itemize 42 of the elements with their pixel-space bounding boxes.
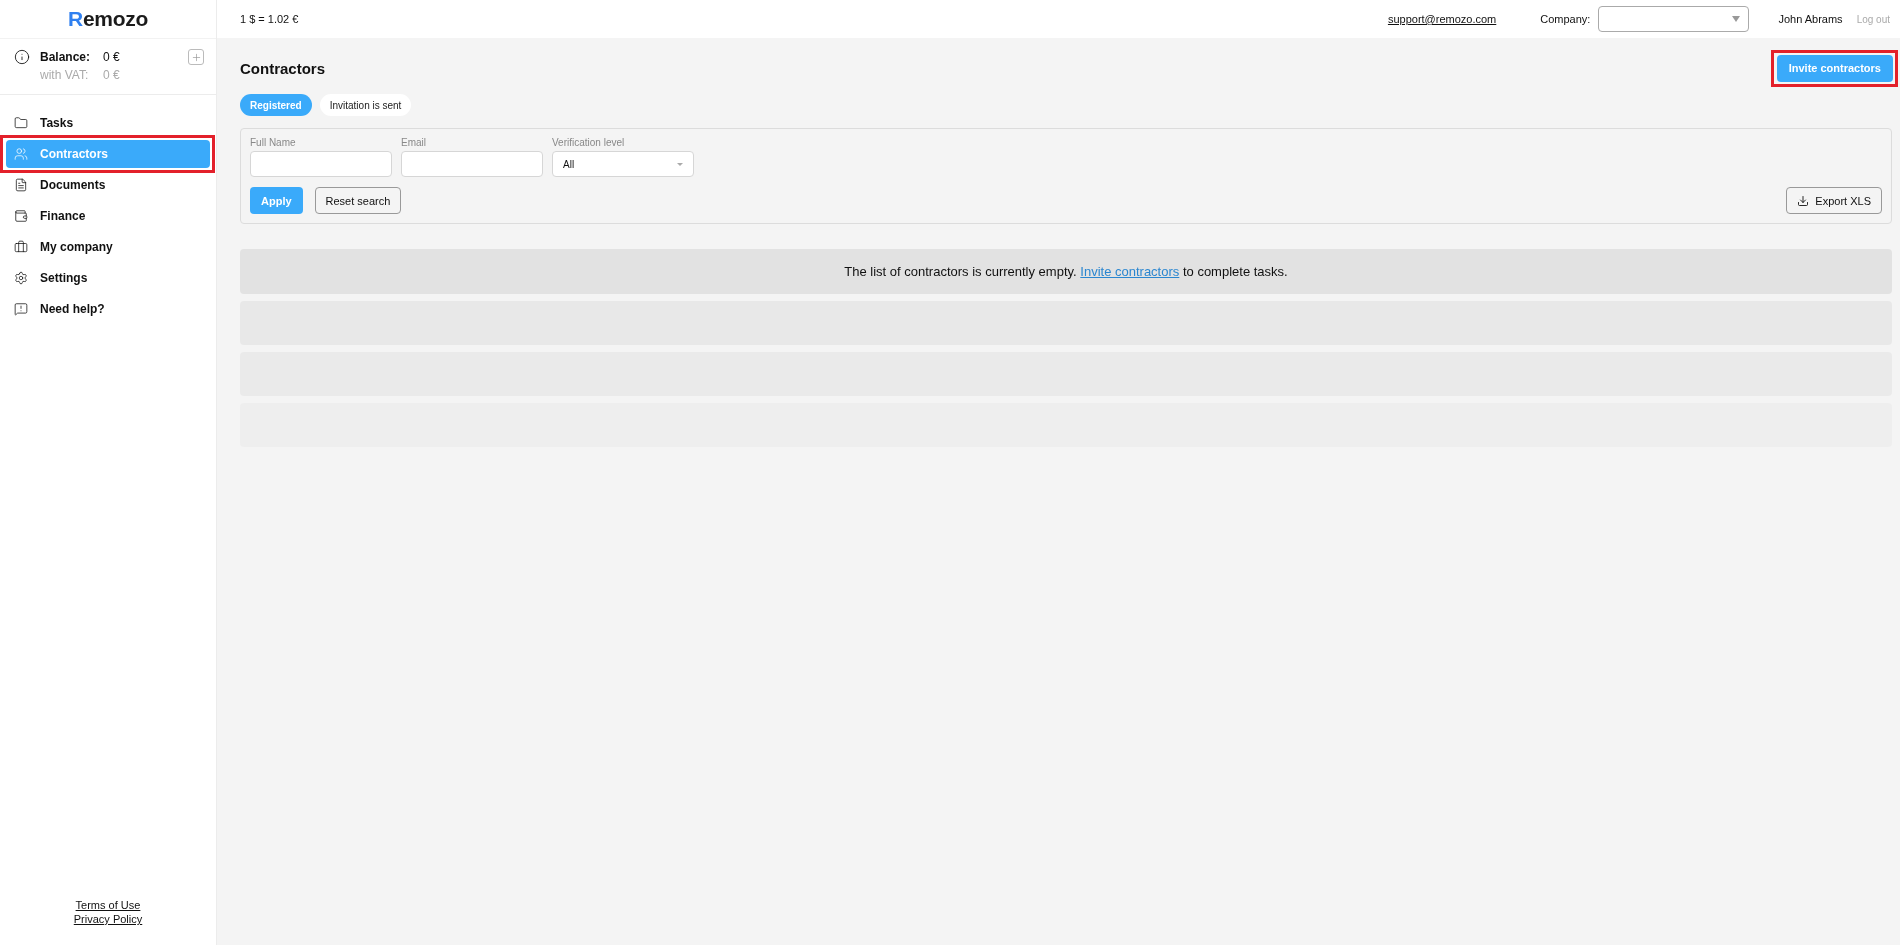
footer-link[interactable]: Privacy Policy: [73, 913, 143, 925]
company-label: Company:: [1540, 13, 1591, 25]
download-icon: [1797, 194, 1810, 207]
page-title: Contractors: [240, 59, 325, 77]
folder-icon: [14, 116, 28, 130]
input-field[interactable]: [250, 151, 392, 177]
vat-label: with VAT:: [40, 68, 90, 82]
vat-value: 0 €: [103, 68, 121, 82]
caret-icon: [677, 162, 683, 166]
empty-message: The list of contractors is currently empty. Invite contractors to complete tasks.: [844, 264, 1288, 279]
balance-value: 0 €: [103, 50, 121, 64]
nav-item[interactable]: My company: [6, 233, 210, 261]
nav-item[interactable]: Finance: [6, 202, 210, 230]
document-icon: [14, 178, 28, 192]
briefcase-icon: [14, 240, 28, 254]
reset-search-button[interactable]: Reset search: [314, 187, 402, 214]
nav-item[interactable]: Tasks: [6, 109, 210, 137]
field-label: Email: [401, 137, 427, 148]
export-xls-button[interactable]: Export XLS: [1786, 187, 1882, 214]
nav-item[interactable]: Documents: [6, 171, 210, 199]
message-alert-icon: [14, 302, 28, 316]
footer-link[interactable]: Terms of Use: [75, 899, 141, 911]
balance-label: Balance:: [40, 50, 92, 64]
filter-tab[interactable]: Invitation is sent: [319, 94, 412, 116]
add-balance-button[interactable]: [188, 49, 204, 65]
company-select[interactable]: [1598, 6, 1750, 32]
user-name: John Abrams: [1778, 13, 1843, 25]
nav-item[interactable]: Settings: [6, 264, 210, 292]
settings-icon: [14, 271, 28, 285]
plus-icon: [190, 51, 202, 63]
input-field[interactable]: [401, 151, 543, 177]
field-label: Full Name: [250, 137, 297, 148]
nav-item[interactable]: Need help?: [6, 295, 210, 323]
field-label: Verification level: [552, 137, 626, 148]
support-email-link[interactable]: support@remozo.com: [1387, 13, 1497, 25]
verification-select[interactable]: All: [552, 151, 694, 177]
caret-icon: [1732, 16, 1741, 22]
wallet-icon: [14, 209, 28, 223]
info-icon: [14, 49, 30, 65]
exchange-rate: 1 $ = 1.02 €: [240, 13, 299, 25]
users-icon: [14, 147, 28, 161]
logo: Remozo: [68, 7, 148, 31]
